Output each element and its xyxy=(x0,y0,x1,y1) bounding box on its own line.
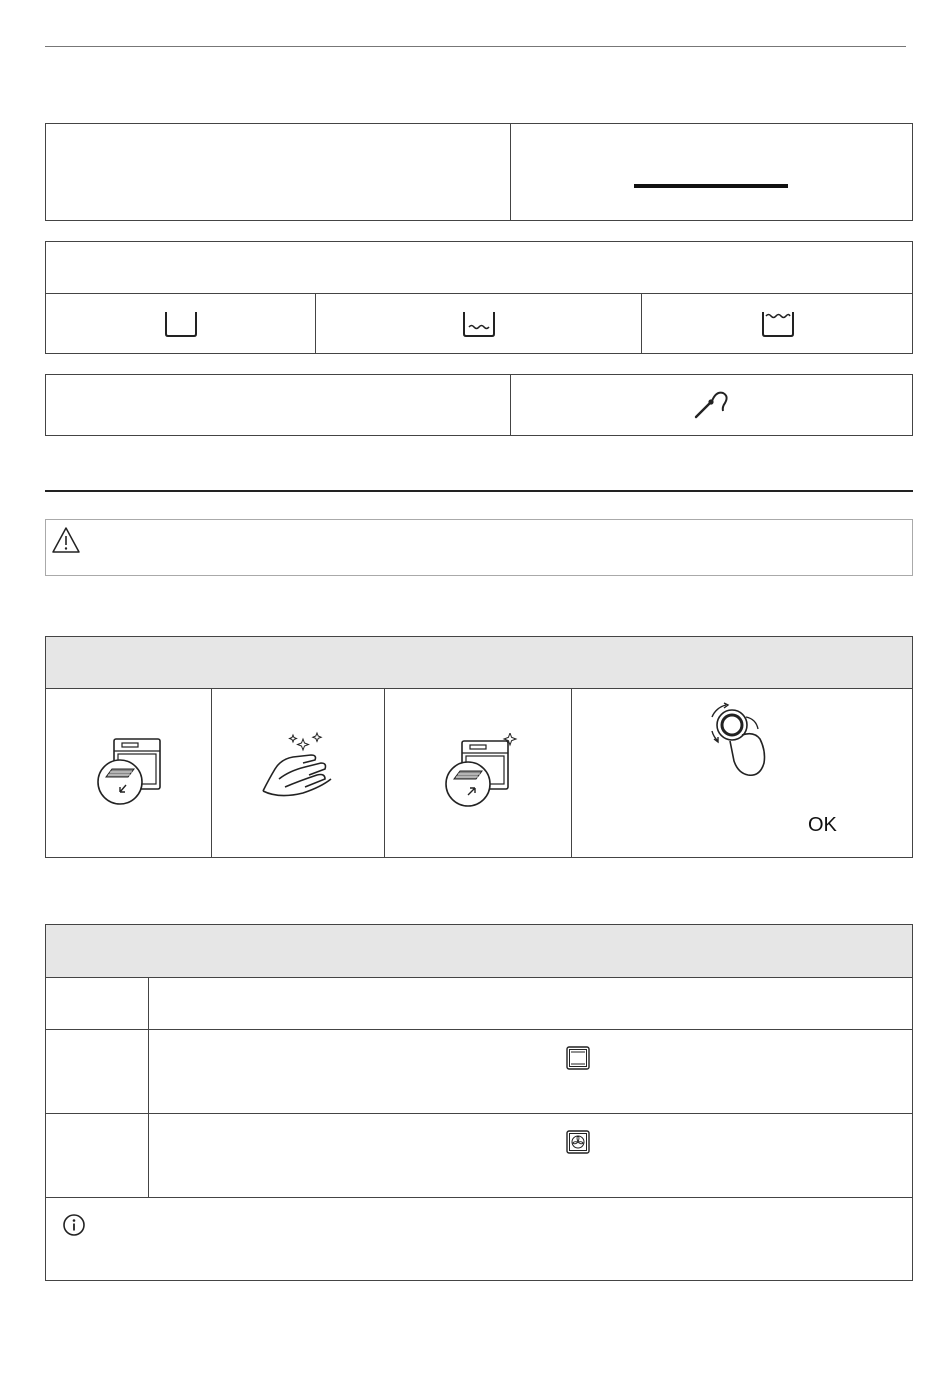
steps-table-header xyxy=(46,637,912,688)
container-full-water-icon xyxy=(642,294,913,354)
fan-heating-icon xyxy=(566,1130,590,1154)
heating-mode-table xyxy=(45,924,913,1281)
steam-tube-table xyxy=(45,374,913,436)
container-empty-icon xyxy=(46,294,315,354)
conventional-heating-icon xyxy=(566,1046,590,1070)
section-rule xyxy=(45,490,913,492)
water-level-table xyxy=(45,241,913,354)
header-rule xyxy=(45,46,906,47)
clean-hands-icon xyxy=(259,729,339,803)
blank-line xyxy=(634,184,788,188)
insert-tray-icon xyxy=(444,733,518,809)
heating-mode-table-header xyxy=(46,925,912,977)
warning-triangle-icon xyxy=(51,526,81,554)
info-icon xyxy=(62,1213,86,1237)
remove-tray-icon xyxy=(96,737,166,809)
warning-box xyxy=(45,519,913,576)
steps-table: OK xyxy=(45,636,913,858)
steam-tube-icon xyxy=(511,375,913,435)
table-1 xyxy=(45,123,913,221)
ok-label: OK xyxy=(808,814,837,836)
knob-turn-hand-icon xyxy=(704,701,774,781)
container-low-water-icon xyxy=(316,294,641,354)
